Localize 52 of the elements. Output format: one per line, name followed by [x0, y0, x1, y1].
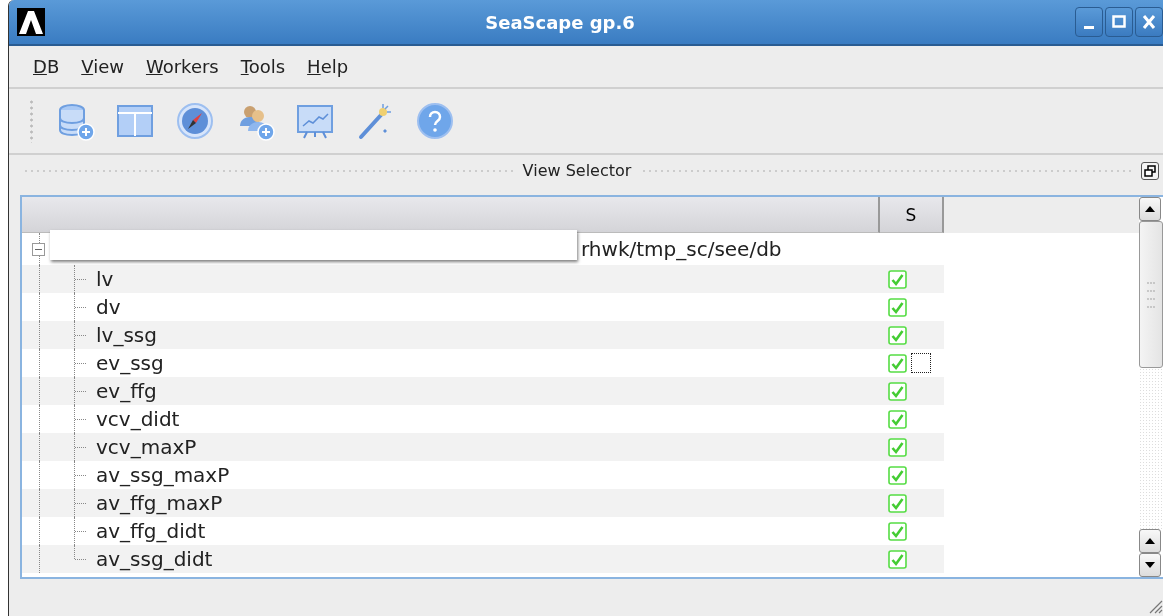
panel-title: View Selector — [522, 161, 632, 180]
maximize-icon — [1110, 13, 1128, 31]
checkbox[interactable] — [888, 297, 907, 317]
compass-icon[interactable] — [175, 101, 215, 141]
menu-item[interactable]: View — [71, 54, 136, 79]
resize-grip-icon[interactable] — [1147, 598, 1163, 614]
checkbox[interactable] — [888, 465, 907, 485]
close-icon — [1140, 13, 1158, 31]
checkbox[interactable] — [888, 269, 907, 289]
menu-item[interactable]: Help — [297, 54, 361, 79]
tree-item[interactable]: av_ssg_didt — [96, 547, 213, 571]
app-logo-icon — [17, 8, 45, 36]
menu-item[interactable]: DB — [23, 54, 72, 79]
checkbox[interactable] — [888, 521, 907, 541]
tree-item[interactable]: vcv_didt — [96, 407, 180, 431]
tree-item[interactable]: lv — [96, 267, 114, 291]
collapse-icon[interactable] — [32, 242, 45, 256]
column-header[interactable] — [22, 197, 880, 233]
checkbox[interactable] — [888, 381, 907, 401]
tree-item[interactable]: ev_ffg — [96, 379, 157, 403]
tree-item[interactable]: av_ssg_maxP — [96, 463, 230, 487]
help-icon[interactable] — [415, 101, 455, 141]
down-arrow-icon — [1144, 561, 1156, 569]
tree-item[interactable]: av_ffg_didt — [96, 519, 206, 543]
checkbox[interactable] — [888, 437, 907, 457]
maximize-button[interactable] — [1105, 7, 1133, 37]
toolbar-grip[interactable] — [29, 99, 35, 143]
tree-item[interactable]: rhwk/tmp_sc/see/db — [581, 237, 782, 261]
menu-item[interactable]: Workers — [135, 54, 231, 79]
checkbox[interactable] — [888, 409, 907, 429]
checkbox[interactable] — [888, 493, 907, 513]
float-button[interactable] — [1141, 161, 1159, 180]
scroll-down-button[interactable] — [1139, 553, 1161, 577]
minimize-icon — [1084, 25, 1094, 29]
checkbox[interactable] — [888, 325, 907, 345]
tree-item[interactable]: lv_ssg — [96, 323, 157, 347]
scroll-up-button[interactable] — [1139, 529, 1161, 553]
tree-item[interactable]: ev_ssg — [96, 351, 164, 375]
tree-item[interactable]: vcv_maxP — [96, 435, 197, 459]
tree-item[interactable]: av_ffg_maxP — [96, 491, 223, 515]
scroll-up-button[interactable] — [1139, 197, 1161, 221]
checkbox[interactable] — [888, 549, 907, 569]
menu-item[interactable]: Tools — [230, 54, 298, 79]
window-title: SeaScape gp.6 — [484, 11, 636, 33]
scrollbar-thumb[interactable] — [1139, 221, 1163, 368]
close-button[interactable] — [1135, 7, 1163, 37]
minimize-button[interactable] — [1075, 7, 1103, 37]
up-arrow-icon — [1144, 537, 1156, 545]
tree-item[interactable]: dv — [96, 295, 121, 319]
column-header[interactable]: S — [880, 197, 944, 233]
checkbox[interactable] — [888, 353, 907, 373]
up-arrow-icon — [1144, 205, 1156, 213]
